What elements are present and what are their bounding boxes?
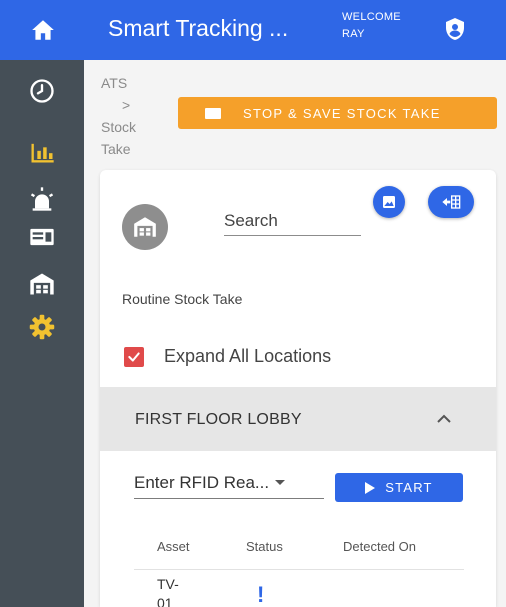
rfid-reader-select[interactable]: Enter RFID Rea... [134, 467, 324, 499]
stop-save-label: STOP & SAVE STOCK TAKE [243, 105, 441, 121]
gear-icon[interactable] [28, 313, 56, 341]
breadcrumb: ATS > Stock Take [101, 72, 171, 160]
start-label: START [385, 480, 433, 495]
exclamation-icon: ! [257, 582, 265, 607]
home-icon[interactable] [30, 17, 56, 43]
breadcrumb-root[interactable]: ATS [101, 75, 127, 91]
search-input[interactable] [224, 206, 361, 236]
table-header-divider [134, 569, 464, 570]
warehouse-icon [134, 217, 156, 237]
alarm-light-icon[interactable] [28, 185, 56, 213]
warehouse-icon[interactable] [28, 270, 56, 298]
stop-square-icon [205, 107, 221, 119]
export-table-button[interactable] [428, 186, 474, 218]
expand-all-label: Expand All Locations [164, 346, 332, 366]
stop-save-stock-take-button[interactable]: STOP & SAVE STOCK TAKE [178, 97, 497, 129]
asset-cell: TV-01 [157, 576, 179, 607]
rfid-reader-value: Enter RFID Rea... [134, 472, 270, 492]
sidebar [0, 60, 84, 607]
location-avatar [122, 204, 168, 250]
location-panel-header[interactable]: FIRST FLOOR LOBBY [100, 387, 496, 451]
id-card-icon[interactable] [28, 223, 56, 251]
export-table-icon [442, 195, 461, 209]
image-button[interactable] [373, 186, 405, 218]
column-header-status[interactable]: Status [246, 539, 283, 554]
column-header-asset[interactable]: Asset [157, 539, 190, 554]
stock-take-type: Routine Stock Take [122, 291, 243, 307]
expand-all-checkbox[interactable] [124, 346, 144, 367]
bar-chart-icon[interactable] [28, 138, 56, 166]
stock-take-card: Routine Stock Take Expand All Locations … [100, 170, 496, 607]
account-shield-icon[interactable] [443, 17, 467, 41]
clock-icon[interactable] [28, 77, 56, 105]
breadcrumb-current-1: Stock [101, 119, 137, 135]
play-icon [365, 481, 376, 494]
image-icon [383, 196, 395, 208]
location-name: FIRST FLOOR LOBBY [135, 411, 302, 428]
column-header-detected-on[interactable]: Detected On [343, 539, 416, 554]
breadcrumb-separator: > [122, 97, 131, 113]
breadcrumb-current-2: Take [101, 141, 131, 157]
start-button[interactable]: START [335, 473, 463, 502]
chevron-up-icon[interactable] [433, 411, 455, 427]
expand-all-locations-toggle[interactable]: Expand All Locations [124, 346, 331, 367]
check-icon [128, 351, 140, 362]
dropdown-caret-icon [275, 480, 286, 485]
app-bar: Smart Tracking ... WELCOME RAY [0, 0, 506, 60]
welcome-text: WELCOME RAY [342, 11, 401, 40]
app-title: Smart Tracking ... [108, 15, 289, 41]
